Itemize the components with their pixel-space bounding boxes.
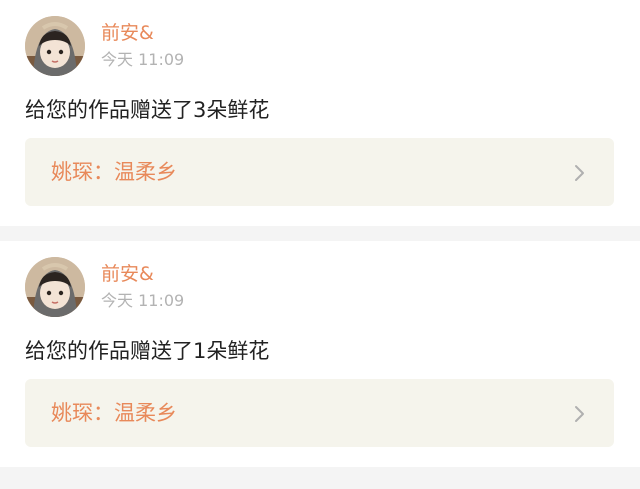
avatar[interactable] [25, 257, 85, 317]
avatar-image [25, 257, 85, 317]
notification-feed: 前安& 今天 11:09 给您的作品赠送了3朵鲜花 姚琛：温柔乡 前安& 今天 … [0, 0, 640, 467]
notification-card: 前安& 今天 11:09 给您的作品赠送了1朵鲜花 姚琛：温柔乡 [0, 241, 640, 467]
work-link[interactable]: 姚琛：温柔乡 [25, 379, 614, 447]
avatar[interactable] [25, 16, 85, 76]
work-title: 姚琛：温柔乡 [51, 160, 177, 184]
work-link[interactable]: 姚琛：温柔乡 [25, 138, 614, 206]
work-title: 姚琛：温柔乡 [51, 401, 177, 425]
notification-message: 给您的作品赠送了1朵鲜花 [25, 339, 270, 363]
username[interactable]: 前安& [101, 22, 154, 44]
timestamp: 今天 11:09 [101, 50, 185, 69]
chevron-right-icon [575, 165, 584, 181]
username[interactable]: 前安& [101, 263, 154, 285]
notification-message: 给您的作品赠送了3朵鲜花 [25, 98, 270, 122]
notification-card: 前安& 今天 11:09 给您的作品赠送了3朵鲜花 姚琛：温柔乡 [0, 0, 640, 226]
chevron-right-icon [575, 406, 584, 422]
avatar-image [25, 16, 85, 76]
timestamp: 今天 11:09 [101, 291, 185, 310]
